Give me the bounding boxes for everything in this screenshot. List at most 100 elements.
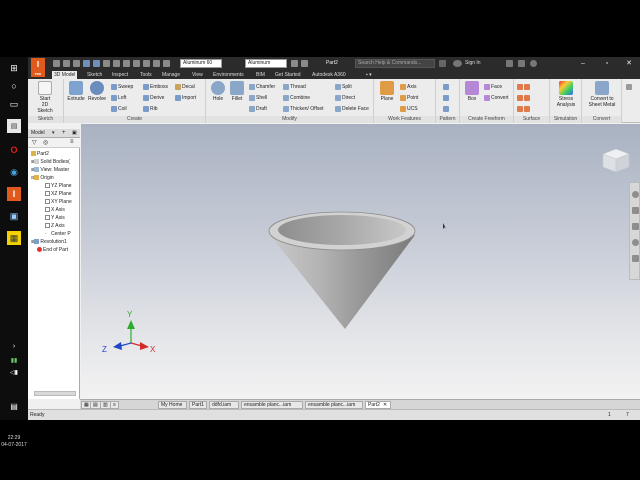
sign-in-link[interactable]: Sign In	[465, 60, 481, 66]
maximize-button[interactable]: ▫	[598, 57, 616, 70]
thicken-offset-button[interactable]: Thicken/ Offset	[283, 105, 324, 113]
update-icon[interactable]	[113, 60, 120, 67]
measure-icon[interactable]	[143, 60, 150, 67]
clock[interactable]: 22:29 04-07-2017	[0, 435, 28, 449]
cart-icon[interactable]	[506, 60, 513, 67]
adjust-icon[interactable]	[301, 60, 308, 67]
graphics-viewport[interactable]: Y Z X	[81, 124, 640, 399]
tree-item-y-axis[interactable]: Y Axis	[45, 215, 65, 221]
doc-tab-my-home[interactable]: My Home	[158, 401, 187, 409]
tree-item-x-axis[interactable]: X Axis	[45, 207, 65, 213]
extrude-button[interactable]: Extrude	[66, 81, 86, 102]
tree-item-origin[interactable]: ⊟ Origin	[31, 175, 54, 181]
orbit-icon[interactable]	[632, 239, 639, 246]
tab-environments[interactable]: Environments	[211, 71, 246, 79]
axis-button[interactable]: Axis	[400, 83, 416, 91]
revolve-button[interactable]: Revolve	[87, 81, 107, 102]
tab-get-started[interactable]: Get Started	[273, 71, 303, 79]
open-file-icon[interactable]	[63, 60, 70, 67]
tree-item-part2[interactable]: Part2	[31, 151, 49, 157]
task-view-icon[interactable]: ▭	[7, 97, 21, 111]
browser-horizontal-scrollbar[interactable]	[34, 391, 76, 396]
cone-model[interactable]	[268, 211, 416, 329]
tab-inspect[interactable]: Inspect	[110, 71, 130, 79]
appearance-select[interactable]: Aluminum	[245, 59, 287, 68]
emboss-button[interactable]: Emboss	[143, 83, 168, 91]
ribbon-options-icon[interactable]: ▪ ▾	[364, 71, 374, 79]
box-button[interactable]: Box	[462, 81, 482, 102]
home-icon[interactable]	[103, 60, 110, 67]
mirror-button[interactable]	[443, 105, 450, 113]
convert-to-sheet-metal-button[interactable]: Convert to Sheet Metal	[586, 81, 618, 108]
tree-item-xy-plane[interactable]: XY Plane	[45, 199, 72, 205]
material-select[interactable]: Aluminum 60	[180, 59, 222, 68]
viewcube-icon[interactable]	[602, 148, 630, 173]
combine-button[interactable]: Combine	[283, 94, 310, 102]
coil-button[interactable]: Coil	[111, 105, 127, 113]
ribbon-overflow-button[interactable]	[626, 83, 633, 91]
render-icon[interactable]	[163, 60, 170, 67]
start-2d-sketch-button[interactable]: Start 2D Sketch	[35, 81, 55, 114]
circular-pattern-button[interactable]	[443, 94, 450, 102]
stress-analysis-button[interactable]: Stress Analysis	[554, 81, 578, 108]
hole-button[interactable]: Hole	[208, 81, 228, 102]
chevron-up-icon[interactable]: ›	[7, 339, 21, 353]
help-icon[interactable]	[530, 60, 537, 67]
inventor-taskbar-icon[interactable]: I	[7, 187, 21, 201]
opera-browser-icon[interactable]: O	[7, 143, 21, 157]
tab-3d-model[interactable]: 3D Model	[52, 71, 78, 79]
browser-title[interactable]: Model	[31, 130, 45, 137]
shell-button[interactable]: Shell	[249, 94, 267, 102]
doc-tab-ensamble-1[interactable]: ensamble planc...iam	[241, 401, 303, 409]
tree-item-xz-plane[interactable]: XZ Plane	[45, 191, 72, 197]
exchange-icon[interactable]	[518, 60, 525, 67]
app-icon[interactable]: ◉	[7, 165, 21, 179]
tree-item-view[interactable]: ⊞ View: Master	[31, 167, 69, 173]
doc-tab-part1[interactable]: Part1	[189, 401, 207, 409]
file-explorer-icon[interactable]: ▤	[7, 119, 21, 133]
undo-icon[interactable]	[83, 60, 90, 67]
rib-button[interactable]: Rib	[143, 105, 158, 113]
doc-tab-part2[interactable]: Part2 ✕	[365, 401, 391, 409]
tree-item-center-point[interactable]: · Center P	[45, 231, 71, 237]
sweep-button[interactable]: Sweep	[111, 83, 133, 91]
rectangular-pattern-button[interactable]	[443, 83, 450, 91]
loft-button[interactable]: Loft	[111, 94, 126, 102]
doc-tab-ddfd[interactable]: ddfd.iam	[209, 401, 239, 409]
tree-item-z-axis[interactable]: Z Axis	[45, 223, 65, 229]
save-icon[interactable]	[73, 60, 80, 67]
draft-button[interactable]: Draft	[249, 105, 267, 113]
ucs-button[interactable]: UCS	[400, 105, 418, 113]
chamfer-button[interactable]: Chamfer	[249, 83, 275, 91]
thread-button[interactable]: Thread	[283, 83, 306, 91]
notification-icon[interactable]: ▤	[7, 399, 21, 413]
plane-button[interactable]: Plane	[377, 81, 397, 102]
sculpt-button[interactable]	[517, 105, 531, 113]
browser-menu-icon[interactable]: ≡	[70, 139, 74, 145]
volume-icon[interactable]: ◁▮	[7, 365, 21, 379]
windows-start-icon[interactable]: ⊞	[7, 61, 21, 75]
tab-autodesk-a360[interactable]: Autodesk A360	[310, 71, 348, 79]
filter-icon[interactable]: ▽	[32, 139, 37, 146]
pan-icon[interactable]	[632, 207, 639, 214]
redo-icon[interactable]	[93, 60, 100, 67]
new-file-icon[interactable]	[53, 60, 60, 67]
tab-view[interactable]: View	[190, 71, 205, 79]
point-button[interactable]: Point	[400, 94, 418, 102]
tree-item-solid-bodies[interactable]: ⊞ Solid Bodies(	[31, 159, 70, 165]
fillet-button[interactable]: Fillet	[227, 81, 247, 102]
window-list-icon[interactable]: ≡	[110, 401, 119, 409]
find-icon[interactable]: ◎	[43, 139, 48, 146]
binoculars-icon[interactable]	[439, 60, 446, 67]
media-icon[interactable]: ▣	[7, 209, 21, 223]
add-browser-icon[interactable]: +	[62, 130, 66, 137]
tree-item-end-of-part[interactable]: End of Part	[37, 247, 68, 253]
minimize-button[interactable]: –	[574, 57, 592, 70]
user-icon[interactable]	[453, 60, 462, 67]
zoom-icon[interactable]	[632, 223, 639, 230]
tree-item-yz-plane[interactable]: YZ Plane	[45, 183, 72, 189]
close-button[interactable]: ✕	[620, 57, 638, 70]
decal-button[interactable]: Decal	[175, 83, 195, 91]
look-at-icon[interactable]	[632, 255, 639, 262]
tab-bim[interactable]: BIM	[254, 71, 267, 79]
